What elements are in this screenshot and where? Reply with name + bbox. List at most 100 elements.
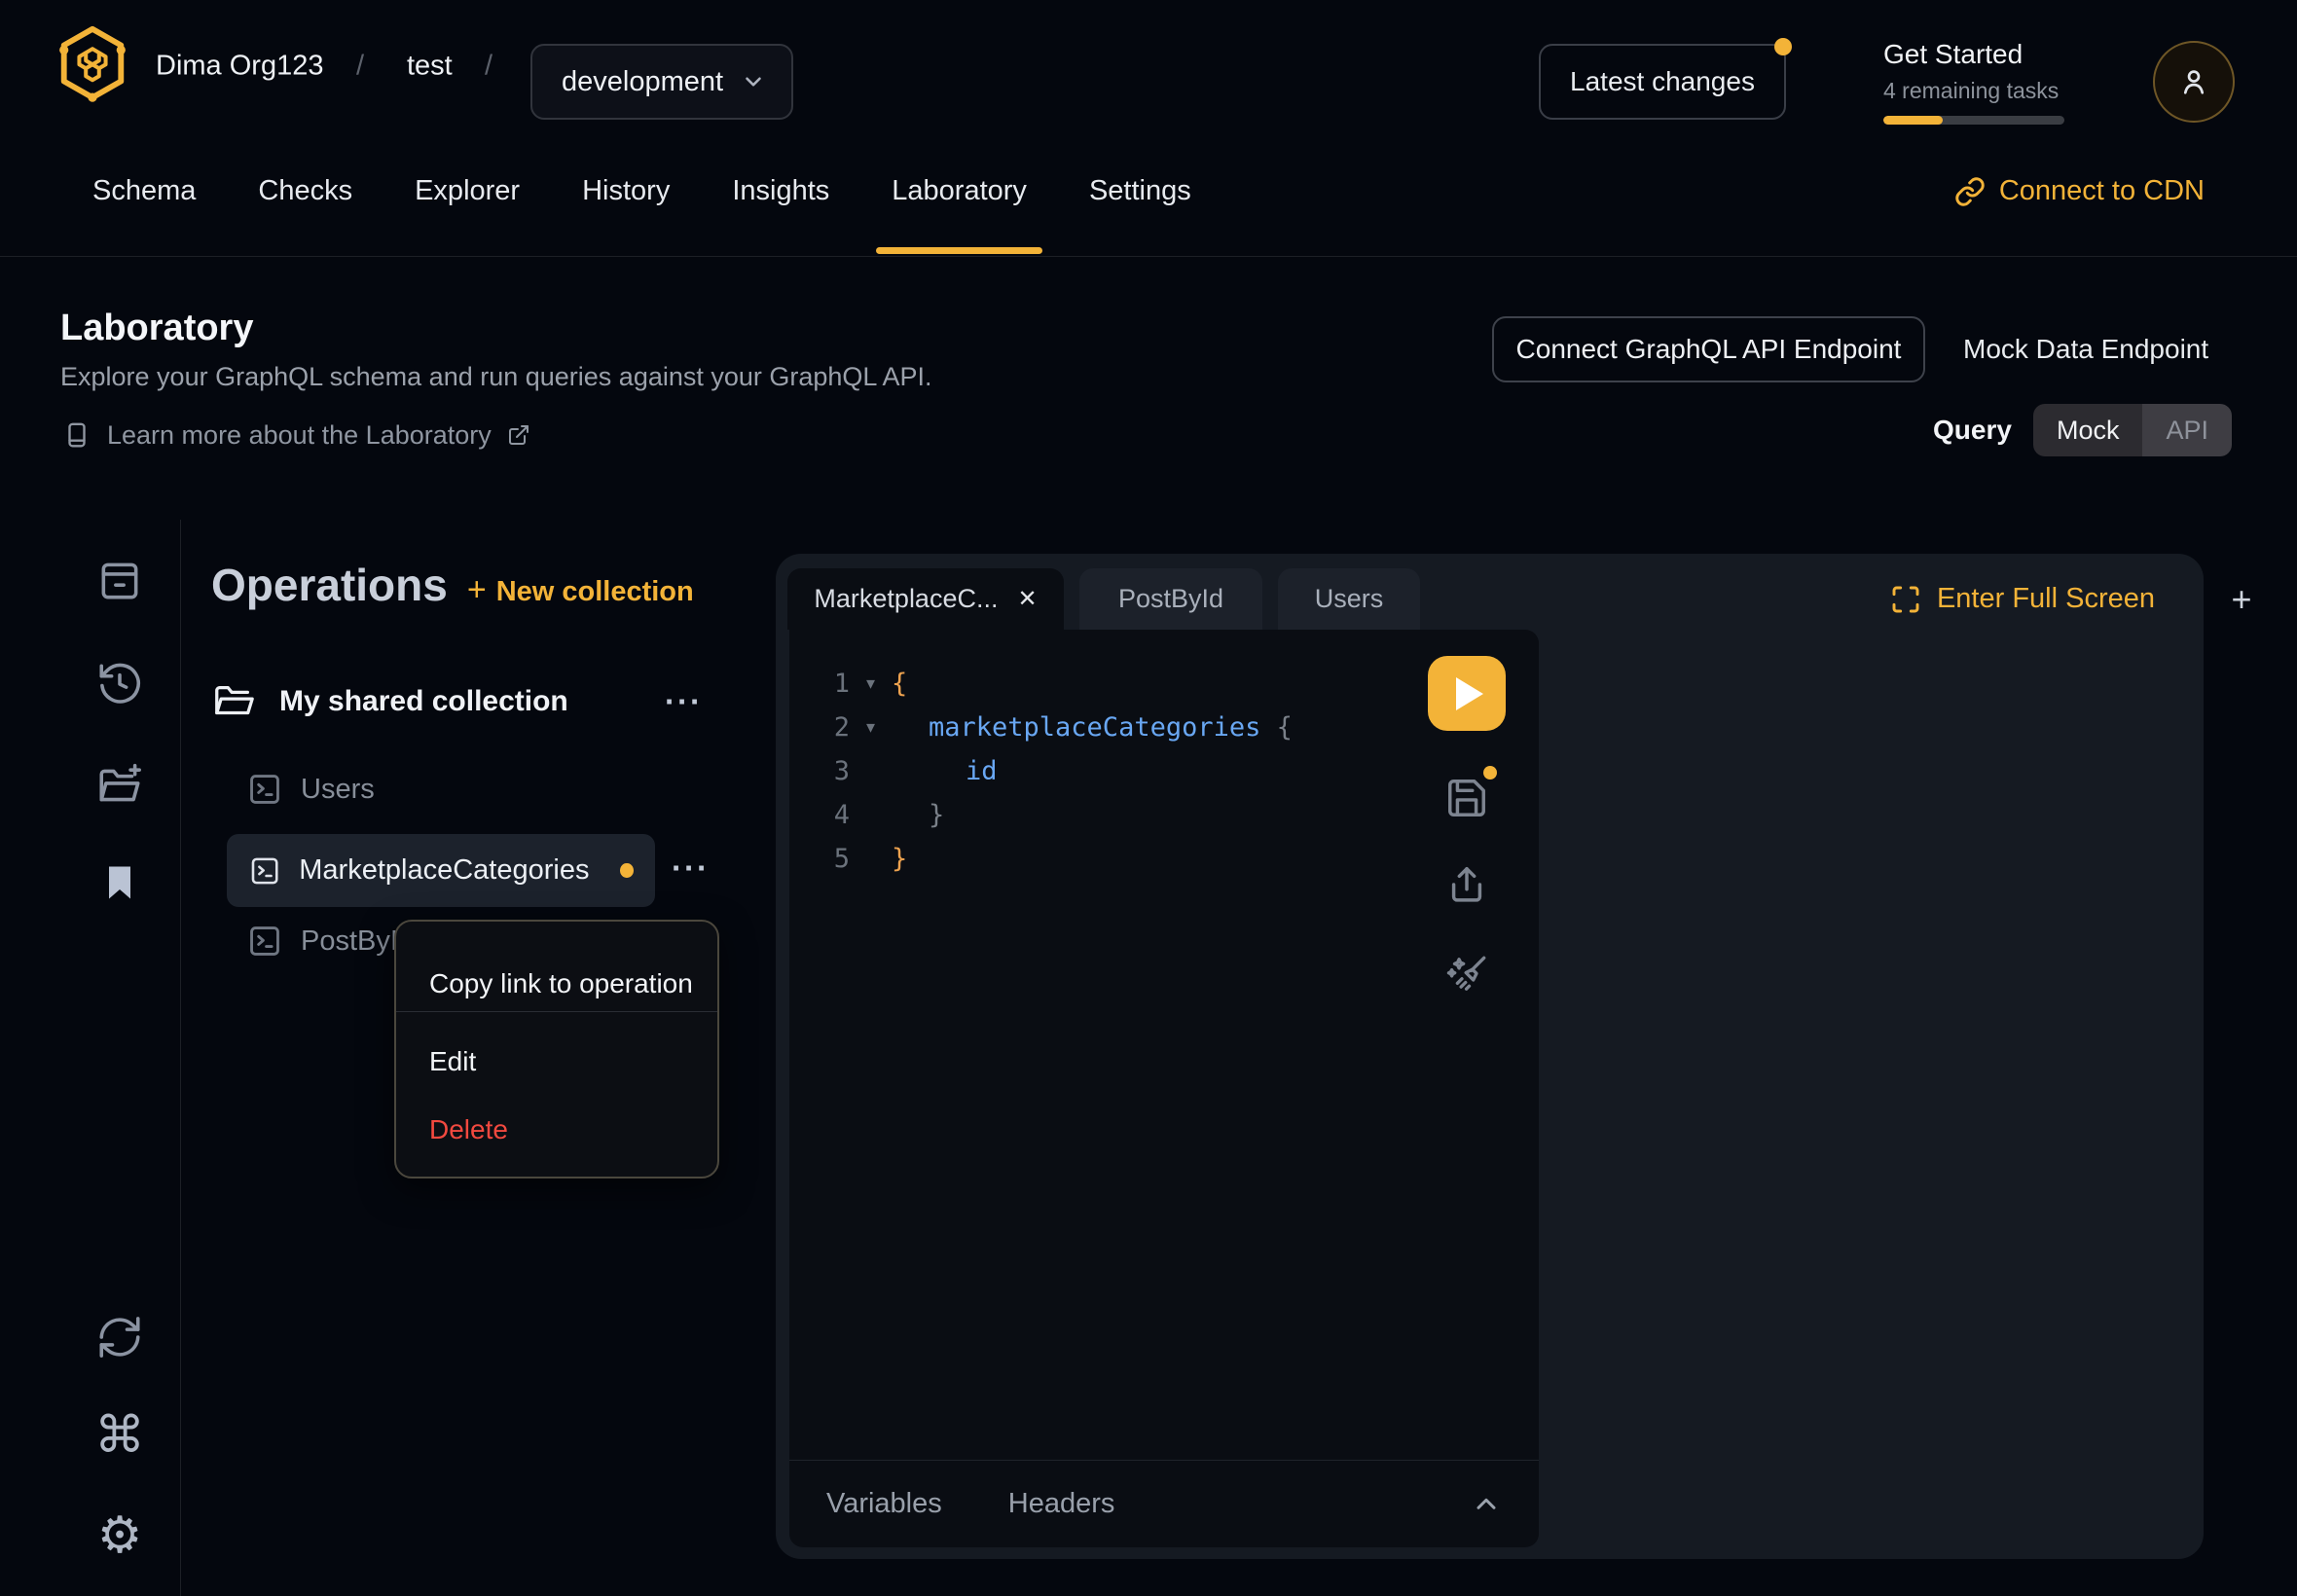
primary-nav: Schema Checks Explorer History Insights … <box>0 127 2297 257</box>
breadcrumb-org[interactable]: Dima Org123 <box>156 51 323 83</box>
learn-more-link[interactable]: Learn more about the Laboratory <box>62 418 530 452</box>
editor-bottom-bar: Variables Headers <box>789 1460 1539 1547</box>
rail-shortcuts-icon[interactable]: ⌘ <box>94 1410 145 1461</box>
save-icon <box>1444 776 1489 820</box>
menu-item-edit[interactable]: Edit <box>429 1046 476 1077</box>
tab-history[interactable]: History <box>582 127 670 256</box>
link-icon <box>1954 176 1986 207</box>
get-started-progress-fill <box>1883 116 1943 125</box>
code-token: } <box>892 800 944 830</box>
code-line: 5 } <box>789 837 1422 881</box>
operation-label: Users <box>301 774 375 806</box>
rail-new-collection-icon[interactable] <box>94 760 145 811</box>
rail-documentation-icon[interactable] <box>94 556 145 606</box>
environment-select[interactable]: development <box>530 44 793 120</box>
breadcrumb-separator: / <box>485 51 492 83</box>
operation-item-users[interactable]: Users <box>246 771 375 808</box>
operation-label: MarketplaceCategories <box>299 854 589 887</box>
code-token: { <box>892 669 907 699</box>
unsaved-changes-dot <box>1483 766 1497 780</box>
enter-fullscreen-button[interactable]: Enter Full Screen <box>1890 568 2155 630</box>
apollo-logo-icon[interactable] <box>56 23 128 103</box>
rail-settings-icon[interactable]: ⚙ <box>94 1510 145 1561</box>
broom-sparkles-icon <box>1442 951 1491 999</box>
operation-icon <box>246 923 283 960</box>
tab-schema[interactable]: Schema <box>92 127 196 256</box>
query-mode-toggle[interactable]: Mock API <box>2033 404 2232 456</box>
code-line: 4 } <box>789 793 1422 837</box>
share-icon <box>1444 861 1489 906</box>
headers-tab[interactable]: Headers <box>1008 1488 1115 1520</box>
tab-laboratory[interactable]: Laboratory <box>892 127 1027 256</box>
add-tab-button[interactable]: + <box>2212 568 2271 630</box>
chevron-down-icon <box>741 69 766 94</box>
operation-item-marketplacecategories[interactable]: MarketplaceCategories <box>227 834 655 907</box>
folder-open-icon <box>211 679 256 724</box>
latest-changes-label: Latest changes <box>1570 66 1755 97</box>
operation-context-menu: Copy link to operation Edit Delete <box>394 920 719 1179</box>
rail-history-icon[interactable] <box>94 658 145 708</box>
get-started-widget[interactable]: Get Started 4 remaining tasks <box>1883 39 2064 125</box>
graphql-code-editor[interactable]: 1 ▾ { 2 ▾ marketplaceCategories { 3 id <box>789 630 1539 1547</box>
chevron-up-icon <box>1471 1489 1502 1520</box>
breadcrumb-separator: / <box>356 51 364 83</box>
person-icon <box>2176 64 2211 99</box>
menu-item-copy-link[interactable]: Copy link to operation <box>429 968 693 999</box>
tab-checks[interactable]: Checks <box>258 127 352 256</box>
line-number: 3 <box>789 756 850 786</box>
fold-toggle-icon[interactable]: ▾ <box>850 673 892 694</box>
close-tab-icon[interactable]: ✕ <box>1017 585 1037 613</box>
operation-menu-button[interactable]: ··· <box>672 858 710 878</box>
code-token: } <box>892 844 907 874</box>
operation-item-postbyid[interactable]: PostById <box>246 923 414 960</box>
code-area[interactable]: 1 ▾ { 2 ▾ marketplaceCategories { 3 id <box>789 662 1422 881</box>
line-number: 5 <box>789 844 850 874</box>
variables-tab[interactable]: Variables <box>826 1488 942 1520</box>
get-started-progress-bar <box>1883 116 2064 125</box>
code-token: id <box>892 756 998 786</box>
collection-menu-button[interactable]: ··· <box>665 692 703 711</box>
prettify-button[interactable] <box>1442 951 1491 999</box>
connect-graphql-endpoint-button[interactable]: Connect GraphQL API Endpoint <box>1492 316 1925 382</box>
graphos-studio-app: Dima Org123 / test / development Latest … <box>0 0 2297 1596</box>
editor-tab-marketplacecategories[interactable]: MarketplaceC... ✕ <box>787 568 1064 630</box>
latest-changes-button[interactable]: Latest changes <box>1539 44 1786 120</box>
code-line: 2 ▾ marketplaceCategories { <box>789 706 1422 749</box>
book-icon <box>62 418 91 452</box>
toggle-option-mock[interactable]: Mock <box>2033 404 2143 456</box>
new-collection-button[interactable]: + New collection <box>467 571 694 609</box>
rail-saved-collections-icon[interactable] <box>94 857 145 908</box>
run-query-button[interactable] <box>1428 656 1506 731</box>
environment-select-value: development <box>562 66 723 98</box>
rail-sync-icon[interactable] <box>94 1312 145 1362</box>
save-operation-button[interactable] <box>1444 776 1489 820</box>
toggle-option-api[interactable]: API <box>2142 404 2232 456</box>
collection-header-row[interactable]: My shared collection ··· <box>211 679 703 724</box>
operation-icon <box>246 771 283 808</box>
query-mode-row: Query Mock API <box>1933 404 2232 456</box>
tab-settings[interactable]: Settings <box>1089 127 1191 256</box>
share-operation-button[interactable] <box>1444 861 1489 906</box>
collapse-panel-button[interactable] <box>1471 1489 1502 1520</box>
line-number: 4 <box>789 800 850 830</box>
editor-tab-users[interactable]: Users <box>1278 568 1420 630</box>
unsaved-changes-dot <box>620 863 634 878</box>
mock-data-endpoint-button[interactable]: Mock Data Endpoint <box>1963 316 2208 382</box>
get-started-title: Get Started <box>1883 39 2064 70</box>
nav-tab-list: Schema Checks Explorer History Insights … <box>92 127 1191 256</box>
tab-insights[interactable]: Insights <box>732 127 829 256</box>
external-link-icon <box>507 423 530 447</box>
operation-icon <box>248 852 281 889</box>
operations-title: Operations <box>211 559 448 611</box>
enter-fullscreen-label: Enter Full Screen <box>1937 583 2155 615</box>
connect-to-cdn-link[interactable]: Connect to CDN <box>1954 127 2205 256</box>
query-mode-label: Query <box>1933 415 2012 446</box>
fold-toggle-icon[interactable]: ▾ <box>850 717 892 738</box>
editor-tab-postbyid[interactable]: PostById <box>1079 568 1262 630</box>
breadcrumb-graph[interactable]: test <box>407 51 453 83</box>
tab-explorer[interactable]: Explorer <box>415 127 520 256</box>
user-avatar[interactable] <box>2153 41 2235 123</box>
collection-name: My shared collection <box>279 685 641 718</box>
menu-item-delete[interactable]: Delete <box>429 1114 508 1145</box>
connect-to-cdn-label: Connect to CDN <box>1999 175 2205 207</box>
